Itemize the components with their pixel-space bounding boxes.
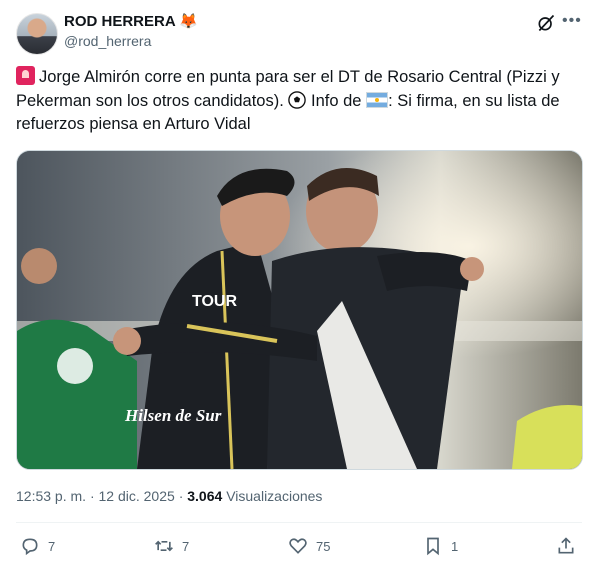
siren-icon <box>16 66 35 85</box>
post-text-part-2: Info de <box>311 91 362 110</box>
post-text: Jorge Almirón corre en punta para ser el… <box>16 66 586 137</box>
post-date[interactable]: 12 dic. 2025 <box>99 488 175 504</box>
meta-separator: · <box>89 488 95 504</box>
views-label: Visualizaciones <box>226 488 323 504</box>
post-card: ROD HERRERA 🦊 @rod_herrera ••• Jorge Alm… <box>0 0 598 572</box>
bookmark-button[interactable]: 1 <box>423 536 458 556</box>
meta-separator-2: · <box>178 488 184 504</box>
reply-button[interactable]: 7 <box>20 536 55 556</box>
bookmark-icon <box>427 537 439 556</box>
repost-button[interactable]: 7 <box>154 536 189 556</box>
svg-text:TOUR: TOUR <box>192 293 237 310</box>
repost-count: 7 <box>182 538 190 554</box>
divider <box>16 522 582 523</box>
post-photo-illustration: TOUR Hilsen de Sur <box>17 151 582 469</box>
display-name[interactable]: ROD HERRERA 🦊 <box>64 12 198 30</box>
like-icon <box>289 538 307 554</box>
like-count: 75 <box>316 538 331 554</box>
soccer-ball-icon <box>288 90 307 109</box>
like-button[interactable]: 75 <box>288 536 330 556</box>
post-meta: 12:53 p. m. · 12 dic. 2025 · 3.064 Visua… <box>16 488 322 504</box>
post-image[interactable]: TOUR Hilsen de Sur <box>16 150 583 470</box>
fox-emoji-icon: 🦊 <box>179 13 198 30</box>
post-time[interactable]: 12:53 p. m. <box>16 488 86 504</box>
share-icon <box>558 537 574 554</box>
avatar[interactable] <box>16 13 58 55</box>
argentina-flag-icon <box>366 91 389 108</box>
views-count: 3.064 <box>187 488 223 504</box>
reply-icon <box>22 538 38 556</box>
display-name-text: ROD HERRERA <box>64 13 176 30</box>
repost-icon <box>155 540 173 552</box>
user-handle[interactable]: @rod_herrera <box>64 33 151 49</box>
more-icon[interactable]: ••• <box>562 12 582 30</box>
grok-icon[interactable] <box>536 13 556 33</box>
reply-count: 7 <box>48 538 56 554</box>
image-shirt-text: Hilsen de Sur <box>124 406 222 425</box>
share-button[interactable] <box>556 536 576 556</box>
bookmark-count: 1 <box>451 538 459 554</box>
